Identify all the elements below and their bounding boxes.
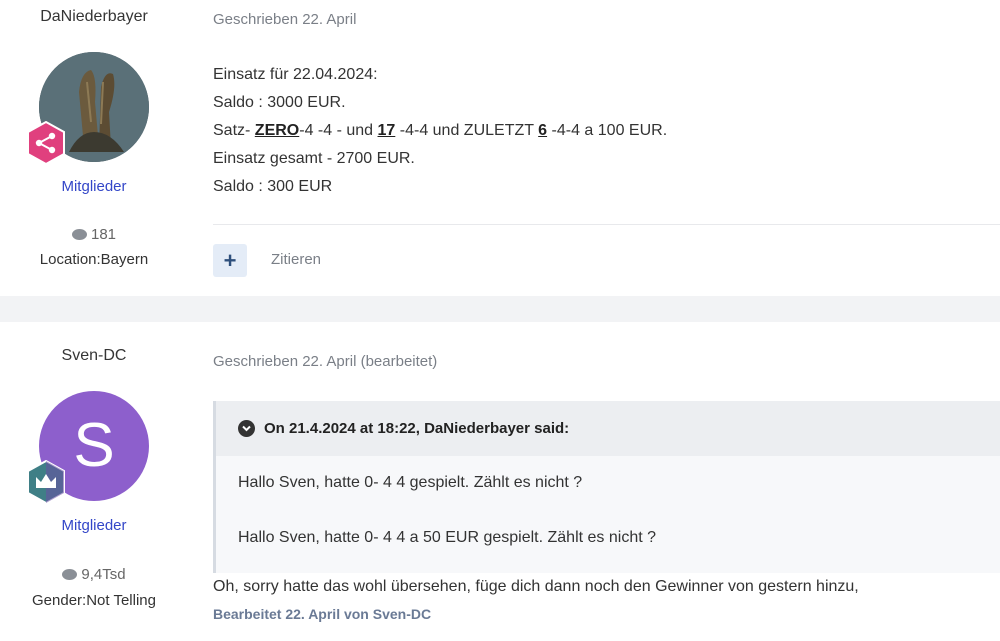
comment-icon [62, 568, 78, 580]
author-name[interactable]: DaNiederbayer [0, 8, 188, 26]
text: -4 -4 - und [299, 122, 378, 139]
post-count: 181 [0, 226, 188, 243]
quote-link[interactable]: Zitieren [271, 251, 321, 268]
text: Satz- [213, 122, 255, 139]
chevron-down-icon [238, 420, 255, 437]
post-date[interactable]: Geschrieben 22. April (bearbeitet) [213, 353, 437, 370]
gender: Gender:Not Telling [32, 592, 156, 609]
post-sven: Sven-DC S Mitglieder 9,4Tsd Gender:Not T… [0, 322, 1000, 641]
divider [213, 224, 1000, 225]
quote-header-text: On 21.4.2024 at 18:22, DaNiederbayer sai… [264, 420, 570, 437]
content-line: Einsatz für 22.04.2024: [213, 66, 378, 83]
post-date[interactable]: Geschrieben 22. April [213, 11, 356, 28]
quote-header[interactable]: On 21.4.2024 at 18:22, DaNiederbayer sai… [216, 401, 1000, 456]
post-content: Einsatz für 22.04.2024: Saldo : 3000 EUR… [213, 61, 667, 201]
bold-number: ZERO [254, 122, 300, 139]
user-group-link[interactable]: Mitglieder [0, 178, 188, 195]
multiquote-plus-button[interactable]: + [213, 244, 247, 277]
post-count-value: 9,4Tsd [81, 566, 126, 583]
crown-badge-icon [27, 460, 65, 504]
content-line: Satz- ZERO-4 -4 - und 17 -4-4 und ZULETZ… [213, 117, 667, 145]
post-danieder: DaNiederbayer Mitglieder 181 Location:Ba… [0, 0, 1000, 296]
author-name[interactable]: Sven-DC [0, 347, 188, 365]
content-line: Saldo : 300 EUR [213, 178, 333, 195]
quote-block: On 21.4.2024 at 18:22, DaNiederbayer sai… [213, 401, 1000, 573]
edited-note: Bearbeitet 22. April von Sven-DC [213, 606, 432, 622]
post-count-value: 181 [90, 226, 117, 243]
quote-line: Hallo Sven, hatte 0- 4 4 a 50 EUR gespie… [238, 529, 657, 546]
quote-line: Hallo Sven, hatte 0- 4 4 gespielt. Zählt… [238, 474, 583, 491]
reply-text: Oh, sorry hatte das wohl übersehen, füge… [213, 578, 859, 595]
comment-icon [71, 228, 87, 240]
text: -4-4 und ZULETZT [395, 122, 539, 139]
post-count: 9,4Tsd [0, 566, 188, 583]
share-badge-icon [27, 121, 65, 165]
user-group-link[interactable]: Mitglieder [0, 517, 188, 534]
text: -4-4 a 100 EUR. [547, 122, 668, 139]
content-line: Einsatz gesamt - 2700 EUR. [213, 150, 415, 167]
bold-number: 17 [377, 122, 396, 139]
bold-number: 6 [538, 122, 548, 139]
location: Location:Bayern [39, 251, 149, 268]
content-line: Saldo : 3000 EUR. [213, 94, 346, 111]
